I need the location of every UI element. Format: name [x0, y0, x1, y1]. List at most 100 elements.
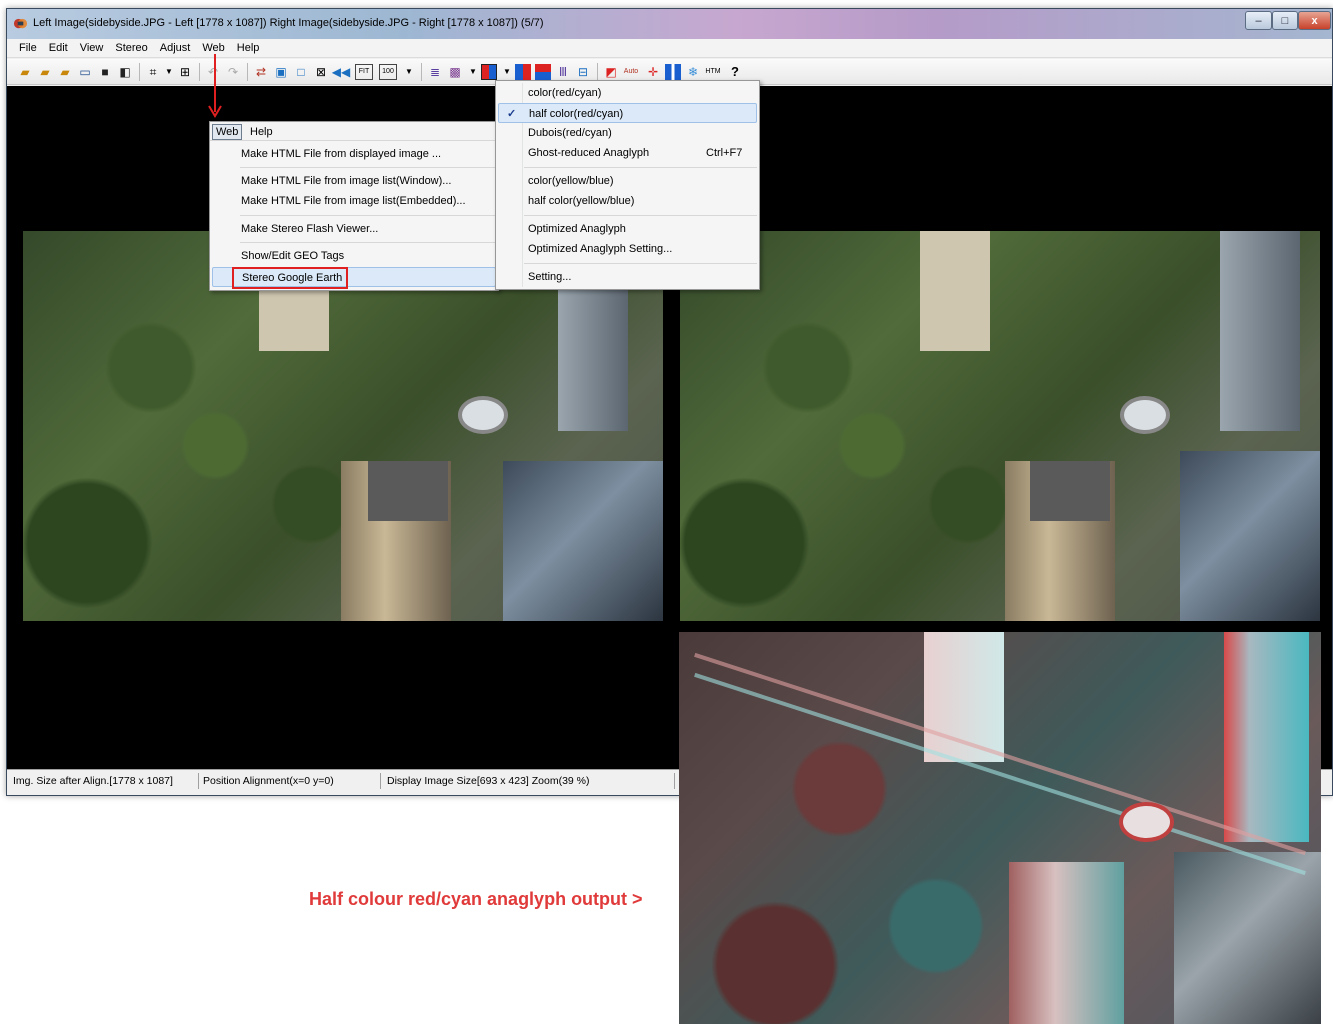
dubois-red-cyan-item[interactable]: Dubois(red/cyan): [496, 123, 759, 143]
toolbar-separator: [421, 63, 422, 81]
menu-file[interactable]: File: [13, 42, 43, 54]
help-icon[interactable]: ?: [727, 64, 743, 80]
column-interlace-icon[interactable]: Ⅲ: [555, 64, 571, 80]
toolbar-separator: [139, 63, 140, 81]
make-html-window-item[interactable]: Make HTML File from image list(Window)..…: [210, 171, 498, 191]
menu-separator: [524, 167, 757, 168]
menu-item-label: Make HTML File from displayed image ...: [241, 148, 442, 160]
left-dome: [458, 396, 508, 434]
left-glass-building: [503, 461, 663, 621]
make-stereo-flash-item[interactable]: Make Stereo Flash Viewer...: [210, 219, 498, 239]
right-glass-building: [1180, 451, 1320, 621]
status-img-size: Img. Size after Align.[1778 x 1087]: [11, 773, 199, 789]
right-hotel: [920, 231, 990, 351]
crosshair-icon[interactable]: ✛: [645, 64, 661, 80]
right-tower-roof: [1030, 461, 1110, 521]
open-left-icon[interactable]: ▰: [17, 64, 33, 80]
menu-item-label: color(red/cyan): [528, 87, 602, 99]
menu-item-label: Ghost-reduced Anaglyph: [528, 147, 650, 159]
annotation-highlight-box: [232, 267, 348, 289]
check-mark-icon: ✓: [507, 108, 517, 120]
right-image: [680, 231, 1320, 621]
half-color-yellow-blue-item[interactable]: half color(yellow/blue): [496, 191, 759, 211]
ghost-reduced-anaglyph-item[interactable]: Ghost-reduced Anaglyph Ctrl+F7: [496, 143, 759, 163]
menu-adjust[interactable]: Adjust: [154, 42, 197, 54]
anaglyph-icon[interactable]: [481, 64, 497, 80]
optimized-anaglyph-setting-item[interactable]: Optimized Anaglyph Setting...: [496, 239, 759, 259]
side-by-side-icon[interactable]: [515, 64, 531, 80]
show-edit-geo-tags-item[interactable]: Show/Edit GEO Tags: [210, 246, 498, 266]
menu-view[interactable]: View: [74, 42, 110, 54]
toolbar-separator: [247, 63, 248, 81]
web-menu: Web Help Make HTML File from displayed i…: [209, 121, 499, 291]
color-yellow-blue-item[interactable]: color(yellow/blue): [496, 171, 759, 191]
open-stereo-icon[interactable]: ▰: [57, 64, 73, 80]
make-html-embedded-item[interactable]: Make HTML File from image list(Embedded)…: [210, 191, 498, 211]
swap-icon[interactable]: ⇄: [253, 64, 269, 80]
menu-item-label: color(yellow/blue): [528, 175, 614, 187]
rewind-icon[interactable]: ◀◀: [332, 64, 350, 80]
open-right-icon[interactable]: ▰: [37, 64, 53, 80]
web-menu-tab[interactable]: Web: [212, 124, 243, 140]
dropdown-arrow-icon[interactable]: ▼: [499, 64, 515, 80]
color-blend-icon[interactable]: ◩: [603, 64, 619, 80]
menu-help[interactable]: Help: [231, 42, 266, 54]
menu-item-label: Setting...: [528, 271, 572, 283]
anaglyph-menu: color(red/cyan) ✓ half color(red/cyan) D…: [495, 80, 760, 290]
dropdown-arrow-icon[interactable]: ▼: [465, 64, 481, 80]
title-bar[interactable]: Left Image(sidebyside.JPG - Left [1778 x…: [7, 9, 1332, 39]
menu-stereo[interactable]: Stereo: [109, 42, 153, 54]
snowflake-icon[interactable]: ❄: [685, 64, 701, 80]
half-color-red-cyan-item[interactable]: ✓ half color(red/cyan): [498, 103, 757, 123]
anaglyph-tower: [1009, 862, 1124, 1024]
crop-icon[interactable]: ⌗: [145, 64, 161, 80]
make-html-displayed-item[interactable]: Make HTML File from displayed image ...: [210, 144, 498, 164]
window-title: Left Image(sidebyside.JPG - Left [1778 x…: [33, 17, 544, 29]
interlace-icon[interactable]: ≣: [427, 64, 443, 80]
toolbar-separator: [597, 63, 598, 81]
over-under-icon[interactable]: [535, 64, 551, 80]
menu-separator: [240, 167, 496, 168]
menu-web[interactable]: Web: [196, 42, 230, 54]
html-icon[interactable]: HTM: [705, 64, 721, 80]
setting-item[interactable]: Setting...: [496, 267, 759, 287]
save-icon[interactable]: ■: [97, 64, 113, 80]
maximize-button[interactable]: □: [1272, 11, 1298, 30]
menu-item-label: half color(yellow/blue): [528, 195, 635, 207]
mirror-icon[interactable]: ⊟: [575, 64, 591, 80]
fit-window-icon[interactable]: ⊠: [313, 64, 329, 80]
fit-icon[interactable]: FIT: [355, 64, 373, 80]
status-position-alignment: Position Alignment(x=0 y=0): [201, 773, 381, 789]
grid-icon[interactable]: ⊞: [177, 64, 193, 80]
menu-item-label: Show/Edit GEO Tags: [241, 250, 345, 262]
anaglyph-glass-building: [1174, 852, 1321, 1024]
frame-icon[interactable]: □: [293, 64, 309, 80]
help-menu-tab[interactable]: Help: [250, 125, 273, 139]
right-skyscraper: [1220, 231, 1300, 431]
split-icon[interactable]: [665, 64, 681, 80]
menu-edit[interactable]: Edit: [43, 42, 74, 54]
menu-item-label: Make Stereo Flash Viewer...: [241, 223, 379, 235]
dropdown-arrow-icon[interactable]: ▼: [401, 64, 417, 80]
optimized-anaglyph-item[interactable]: Optimized Anaglyph: [496, 219, 759, 239]
redo-icon[interactable]: ↷: [225, 64, 241, 80]
checker-icon[interactable]: ▩: [447, 64, 463, 80]
zoom-100-icon[interactable]: 100: [379, 64, 397, 80]
menu-bar: File Edit View Stereo Adjust Web Help: [7, 39, 1332, 58]
menu-separator: [524, 215, 757, 216]
annotation-arrow-icon: [208, 54, 222, 118]
menu-item-label: Optimized Anaglyph: [528, 223, 626, 235]
minimize-icon: –: [1255, 14, 1262, 27]
color-red-cyan-item[interactable]: color(red/cyan): [496, 83, 759, 103]
menu-item-label: Optimized Anaglyph Setting...: [528, 243, 673, 255]
close-button[interactable]: x: [1298, 11, 1331, 30]
auto-align-icon[interactable]: Auto: [623, 64, 639, 80]
web-menu-header: Web Help: [210, 122, 498, 141]
dropdown-arrow-icon[interactable]: ▼: [161, 64, 177, 80]
minimize-button[interactable]: –: [1245, 11, 1272, 30]
fullscreen-icon[interactable]: ▣: [273, 64, 289, 80]
save-all-icon[interactable]: ◧: [117, 64, 133, 80]
output-caption: Half colour red/cyan anaglyph output >: [309, 889, 643, 909]
left-tower-roof: [368, 461, 448, 521]
window-icon[interactable]: ▭: [77, 64, 93, 80]
